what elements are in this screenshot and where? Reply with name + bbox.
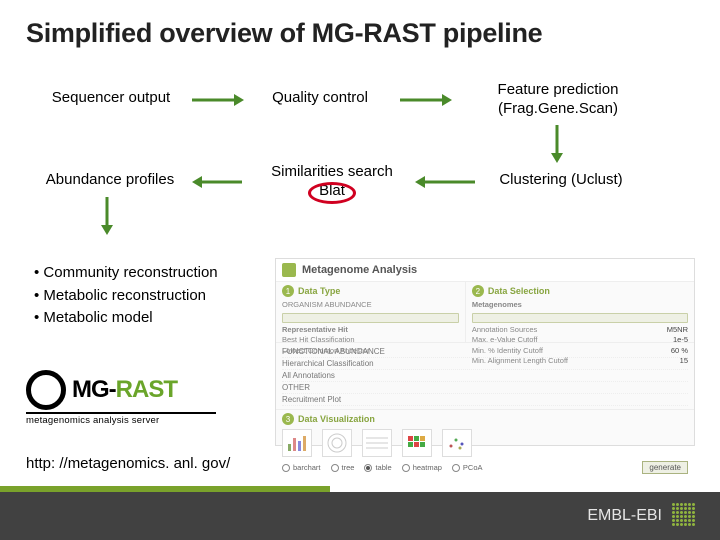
chart-thumb-icon <box>322 429 352 457</box>
node-feature-prediction: Feature prediction (Frag.Gene.Scan) <box>468 81 648 119</box>
footer-brand: EMBL-EBI <box>587 507 662 525</box>
radio-icon <box>364 464 372 472</box>
arrow-down-icon <box>100 195 114 235</box>
arrow-left-icon <box>190 175 244 189</box>
bullet-item: Metabolic model <box>34 307 218 330</box>
bullet-item: Community reconstruction <box>34 262 218 285</box>
node-clustering: Clustering (Uclust) <box>486 171 636 190</box>
logo-suffix: RAST <box>116 376 177 403</box>
arrow-icon <box>190 93 244 107</box>
logo-prefix: MG- <box>72 376 116 403</box>
field-key: Max. e-Value Cutoff <box>472 335 538 346</box>
radio-label: PCoA <box>463 463 483 472</box>
chart-thumb-icon <box>402 429 432 457</box>
arrow-icon <box>398 93 452 107</box>
mgrast-logo: MG-RAST metagenomics analysis server <box>26 370 216 426</box>
chart-thumb-icon <box>442 429 472 457</box>
radio-label: barchart <box>293 463 321 472</box>
node-sequencer-output: Sequencer output <box>36 89 186 108</box>
field-value: 15 <box>680 356 688 367</box>
field-label: OTHER <box>282 382 688 394</box>
dropdown <box>472 313 688 323</box>
field-label: ORGANISM ABUNDANCE <box>282 300 459 311</box>
field-key: Min. % Identity Cutoff <box>472 346 543 357</box>
node-line: (Frag.Gene.Scan) <box>498 100 618 117</box>
radio-icon <box>282 464 290 472</box>
pane-title: Data Type <box>298 286 340 296</box>
ebi-logo-icon <box>672 503 698 529</box>
field-label: Recruitment Plot <box>282 394 688 406</box>
field-value: 1e-5 <box>673 335 688 346</box>
step-badge: 3 <box>282 413 294 425</box>
pipeline-flow: Sequencer output Quality control Feature… <box>0 49 720 219</box>
field-label: Lowest Common Ancestor <box>282 346 459 357</box>
url-text: http: //metagenomics. anl. gov/ <box>26 455 230 472</box>
pane-title: Data Selection <box>488 286 550 296</box>
field-label: Representative Hit <box>282 325 459 336</box>
arrow-left-icon <box>413 175 477 189</box>
chart-thumb-icon <box>282 429 312 457</box>
dropdown <box>282 313 459 323</box>
field-label: Metagenomes <box>472 300 688 311</box>
arrow-down-icon <box>550 123 564 163</box>
logo-subtitle: metagenomics analysis server <box>26 412 216 426</box>
bullet-list: Community reconstruction Metabolic recon… <box>34 262 218 330</box>
field-value: M5NR <box>667 325 688 336</box>
bullet-item: Metabolic reconstruction <box>34 285 218 308</box>
field-key: Annotation Sources <box>472 325 537 336</box>
embedded-screenshot: Metagenome Analysis 1 Data Type ORGANISM… <box>275 258 695 446</box>
field-key: Min. Alignment Length Cutoff <box>472 356 568 367</box>
gear-icon <box>26 370 66 410</box>
step-badge: 1 <box>282 285 294 297</box>
node-line: Feature prediction <box>498 81 619 98</box>
radio-label: heatmap <box>413 463 442 472</box>
step-badge: 2 <box>472 285 484 297</box>
app-icon <box>282 263 296 277</box>
radio-icon <box>402 464 410 472</box>
slide-title: Simplified overview of MG-RAST pipeline <box>0 0 720 49</box>
node-quality-control: Quality control <box>255 89 385 108</box>
generate-button: generate <box>642 461 688 474</box>
field-label: Best Hit Classification <box>282 335 459 346</box>
highlight-circle-icon <box>308 182 356 204</box>
chart-thumb-icon <box>362 429 392 457</box>
node-abundance: Abundance profiles <box>30 171 190 190</box>
footer: EMBL-EBI <box>0 492 720 540</box>
radio-label: table <box>375 463 391 472</box>
radio-icon <box>331 464 339 472</box>
radio-label: tree <box>342 463 355 472</box>
panel-title: Metagenome Analysis <box>302 264 417 276</box>
field-value: 60 % <box>671 346 688 357</box>
node-line: Similarities search <box>271 163 393 180</box>
field-label: All Annotations <box>282 370 688 382</box>
radio-icon <box>452 464 460 472</box>
pane-title: Data Visualization <box>298 414 375 424</box>
